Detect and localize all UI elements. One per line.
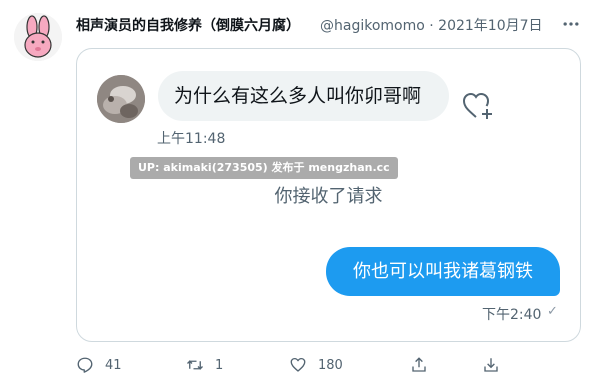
tweet-header: 相声演员的自我修养（倒膜六月腐） @hagikomomo · 2021年10月7…	[76, 14, 583, 36]
share-button[interactable]	[410, 353, 428, 377]
like-count: 180	[318, 357, 343, 373]
heart-icon	[290, 357, 306, 372]
tweet-date[interactable]: 2021年10月7日	[438, 18, 542, 34]
tweet-media-image[interactable]: 为什么有这么多人叫你卯哥啊 上午11:48 UP: akimaki(273505…	[76, 48, 581, 342]
retweet-button[interactable]: 1	[186, 353, 223, 377]
author-avatar[interactable]	[14, 13, 62, 61]
incoming-message-time: 上午11:48	[157, 131, 226, 147]
contact-avatar	[97, 75, 145, 123]
reply-count: 41	[105, 357, 122, 373]
retweet-count: 1	[215, 357, 224, 373]
meta-separator: ·	[429, 18, 434, 34]
tweet-meta: @hagikomomo · 2021年10月7日	[320, 15, 543, 35]
incoming-message-bubble: 为什么有这么多人叫你卯哥啊	[158, 71, 449, 121]
contact-photo-icon	[97, 75, 145, 123]
share-icon	[412, 357, 426, 372]
heart-plus-icon	[462, 92, 492, 119]
reply-button[interactable]: 41	[76, 353, 122, 377]
retweet-icon	[187, 360, 203, 370]
author-handle[interactable]: @hagikomomo	[320, 18, 425, 34]
outgoing-message-bubble: 你也可以叫我诸葛钢铁	[326, 247, 560, 296]
pink-rabbit-avatar-icon	[14, 13, 62, 61]
watermark-label: UP: akimaki(273505) 发布于 mengzhan.cc	[130, 157, 398, 179]
request-accepted-notice: 你接收了请求	[274, 186, 383, 207]
download-icon	[484, 358, 498, 372]
reply-icon	[77, 357, 93, 373]
more-options-icon[interactable]	[561, 14, 581, 34]
outgoing-message-time: 下午2:40	[482, 307, 542, 323]
like-button[interactable]: 180	[289, 353, 343, 377]
author-display-name[interactable]: 相声演员的自我修养（倒膜六月腐）	[76, 15, 300, 35]
read-check-icon: ✓	[547, 304, 558, 319]
download-button[interactable]	[482, 353, 500, 377]
tweet-actions-bar: 41 1 180	[76, 353, 506, 377]
